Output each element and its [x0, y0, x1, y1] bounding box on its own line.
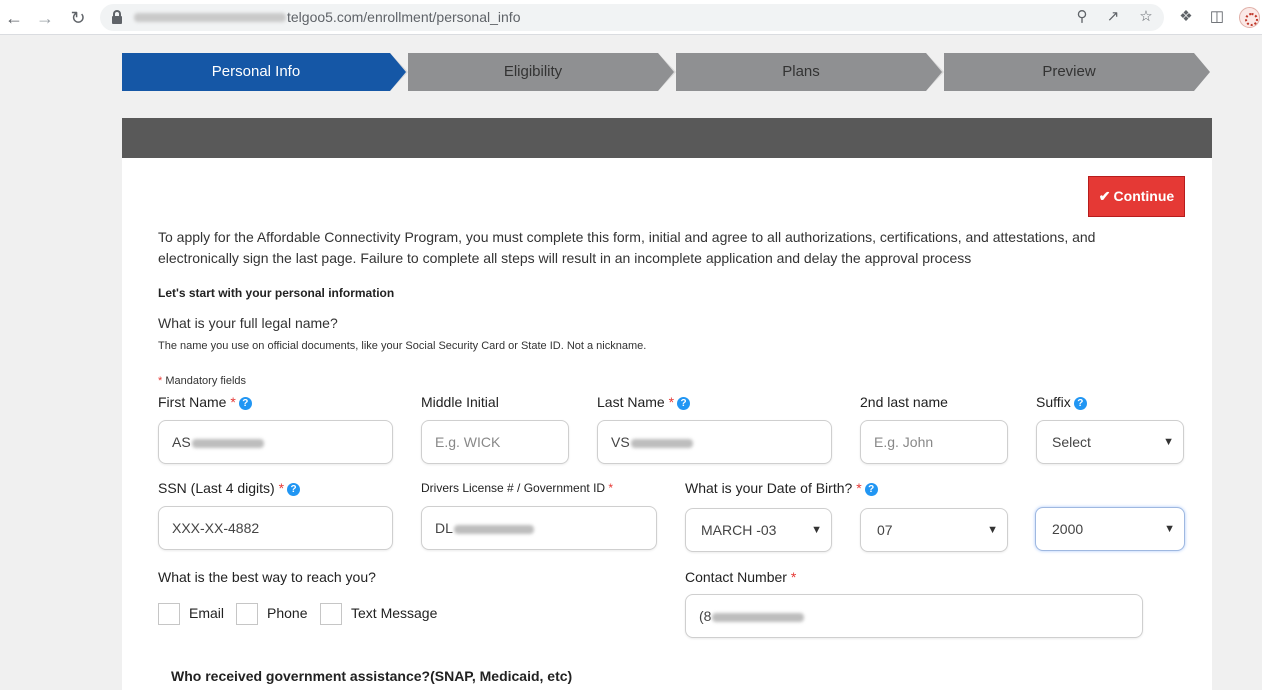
star-icon[interactable]: ☆	[1136, 7, 1156, 27]
reload-icon[interactable]: ↻	[66, 6, 90, 30]
profile-avatar[interactable]	[1239, 7, 1260, 28]
drivers-license-label: Drivers License # / Government ID *	[421, 481, 614, 495]
last-name-value: VS	[611, 434, 630, 450]
help-icon[interactable]: ?	[864, 483, 878, 496]
step-personal-info[interactable]: Personal Info	[122, 53, 390, 91]
first-name-value: AS	[172, 434, 191, 450]
name-question: What is your full legal name?	[158, 315, 338, 331]
step-arrow	[926, 53, 942, 91]
contact-number-label-text: Contact Number	[685, 569, 787, 585]
suffix-label: Suffix?	[1036, 394, 1087, 410]
dob-month-selected: MARCH -03	[701, 522, 777, 538]
lock-icon[interactable]	[112, 10, 122, 24]
contact-number-value: (8	[699, 608, 712, 624]
ssn-label-text: SSN (Last 4 digits)	[158, 480, 275, 496]
step-plans-label: Plans	[782, 63, 820, 80]
phone-option-label[interactable]: Phone	[267, 605, 307, 621]
phone-checkbox[interactable]	[236, 603, 258, 625]
redacted-value	[453, 524, 534, 534]
middle-initial-input[interactable]: E.g. WICK	[421, 420, 569, 464]
chevron-down-icon: ▼	[1163, 436, 1174, 448]
step-arrow	[1194, 53, 1210, 91]
chevron-down-icon: ▼	[1164, 523, 1175, 535]
redacted-value	[630, 438, 693, 448]
url-text[interactable]: telgoo5.com/enrollment/personal_info	[287, 9, 520, 25]
ssn-label: SSN (Last 4 digits) *?	[158, 480, 301, 496]
check-icon: ✔	[1098, 188, 1111, 204]
dob-year-selected: 2000	[1052, 521, 1084, 537]
extensions-icon[interactable]: ❖	[1175, 6, 1197, 28]
address-bar[interactable]: telgoo5.com/enrollment/personal_info ⚲ ↗…	[100, 4, 1164, 31]
dob-day-select[interactable]: 07 ▼	[860, 508, 1008, 552]
enrollment-steps: Personal Info Eligibility Plans Preview	[122, 53, 1212, 91]
contact-number-label: Contact Number *	[685, 569, 797, 585]
first-name-input[interactable]: AS	[158, 420, 393, 464]
step-preview[interactable]: Preview	[944, 53, 1194, 91]
step-eligibility-label: Eligibility	[503, 63, 563, 80]
contact-question: What is the best way to reach you?	[158, 569, 376, 585]
suffix-select[interactable]: Select ▼	[1036, 420, 1184, 464]
suffix-label-text: Suffix	[1036, 394, 1071, 410]
suffix-selected: Select	[1052, 434, 1091, 450]
name-hint: The name you use on official documents, …	[158, 340, 647, 352]
email-checkbox[interactable]	[158, 603, 180, 625]
redacted-value	[712, 612, 805, 622]
step-eligibility[interactable]: Eligibility	[408, 53, 658, 91]
last-name-input[interactable]: VS	[597, 420, 832, 464]
mandatory-note-text: Mandatory fields	[165, 375, 247, 387]
first-name-label: First Name *?	[158, 394, 252, 410]
step-plans[interactable]: Plans	[676, 53, 926, 91]
second-last-name-label: 2nd last name	[860, 394, 948, 410]
text-message-checkbox[interactable]	[320, 603, 342, 625]
middle-initial-label: Middle Initial	[421, 394, 499, 410]
intro-text: To apply for the Affordable Connectivity…	[158, 229, 1096, 266]
step-arrow	[658, 53, 674, 91]
dob-month-select[interactable]: MARCH -03 ▼	[685, 508, 832, 552]
drivers-license-input[interactable]: DL	[421, 506, 657, 550]
help-icon[interactable]: ?	[287, 483, 301, 496]
second-last-name-input[interactable]: E.g. John	[860, 420, 1008, 464]
url-redacted	[134, 13, 286, 22]
help-icon[interactable]: ?	[238, 397, 252, 410]
section-title: Let's start with your personal informati…	[158, 286, 395, 300]
last-name-label-text: Last Name	[597, 394, 665, 410]
first-name-label-text: First Name	[158, 394, 227, 410]
text-message-option-label[interactable]: Text Message	[351, 605, 437, 621]
contact-number-input[interactable]: (8	[685, 594, 1143, 638]
back-arrow-icon[interactable]: ←	[2, 6, 26, 30]
share-icon[interactable]: ↗	[1103, 7, 1123, 27]
redacted-value	[191, 438, 264, 448]
ssn-input[interactable]: XXX-XX-4882	[158, 506, 393, 550]
continue-button[interactable]: ✔ Continue	[1088, 176, 1185, 217]
mandatory-note: * Mandatory fields	[158, 375, 247, 387]
zoom-icon[interactable]: ⚲	[1072, 7, 1092, 27]
help-icon[interactable]: ?	[1073, 397, 1087, 410]
assistance-question: Who received government assistance?(SNAP…	[171, 668, 573, 684]
dob-label-text: What is your Date of Birth?	[685, 480, 853, 496]
forward-arrow-icon[interactable]: →	[33, 6, 57, 30]
drivers-license-label-text: Drivers License # / Government ID	[421, 481, 606, 495]
form-header-bar	[122, 118, 1212, 158]
chevron-down-icon: ▼	[811, 524, 822, 536]
help-icon[interactable]: ?	[677, 397, 691, 410]
dob-label: What is your Date of Birth? *?	[685, 480, 878, 496]
drivers-license-value: DL	[435, 520, 453, 536]
step-arrow-active	[390, 53, 406, 91]
chevron-down-icon: ▼	[987, 524, 998, 536]
side-panel-icon[interactable]: ◫	[1206, 6, 1228, 28]
dob-day-selected: 07	[877, 522, 893, 538]
browser-toolbar: ← → ↻ telgoo5.com/enrollment/personal_in…	[0, 0, 1262, 35]
continue-label: Continue	[1113, 188, 1175, 204]
dob-year-select[interactable]: 2000 ▼	[1035, 507, 1185, 551]
email-option-label[interactable]: Email	[189, 605, 224, 621]
step-preview-label: Preview	[1042, 63, 1096, 80]
last-name-label: Last Name *?	[597, 394, 691, 410]
